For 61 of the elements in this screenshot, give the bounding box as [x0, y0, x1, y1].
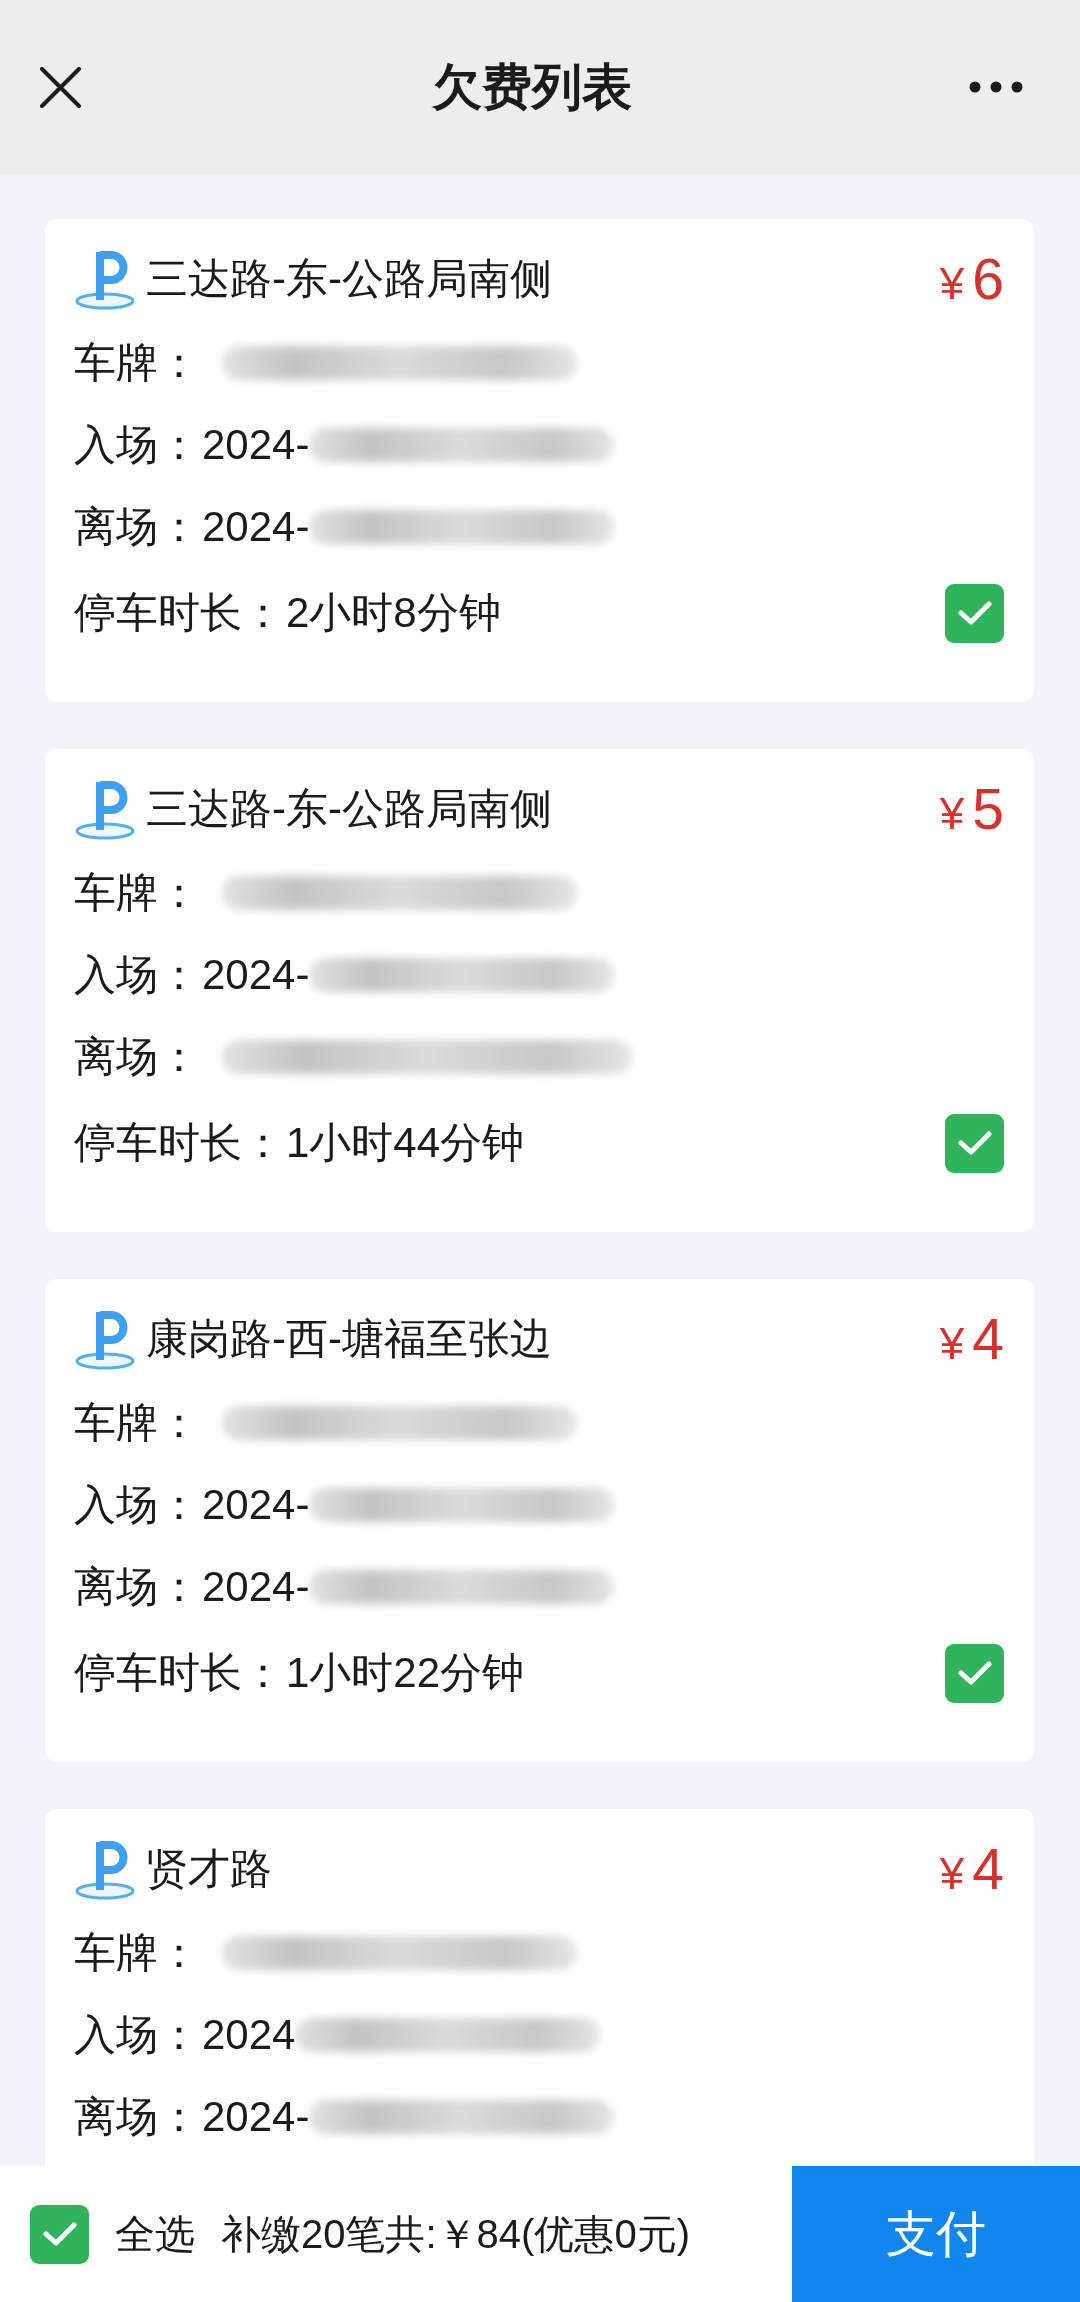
field-label: 离场：	[74, 502, 200, 552]
field-label: 车牌：	[74, 338, 200, 388]
duration-value: 2小时8分钟	[286, 588, 501, 638]
location-name: 康岗路-西-塘福至张边	[146, 1314, 553, 1364]
duration-value: 1小时22分钟	[286, 1648, 525, 1698]
parking-icon	[74, 248, 136, 310]
field-label: 离场：	[74, 1032, 200, 1082]
field-label: 离场：	[74, 1562, 200, 1612]
more-icon	[969, 81, 1023, 93]
location-name: 三达路-东-公路局南侧	[146, 254, 553, 304]
parking-icon	[74, 1838, 136, 1900]
price-amount: 4	[972, 1306, 1004, 1371]
field-label: 入场：	[74, 2010, 200, 2060]
field-label: 入场：	[74, 1480, 200, 1530]
more-button[interactable]	[969, 81, 1023, 93]
parking-record-card[interactable]: 康岗路-西-塘福至张边 ¥4 车牌： 入场：2024- 离场：2024- 停车时长：1小时22分钟	[45, 1279, 1034, 1762]
checkmark-icon	[957, 1130, 992, 1156]
duration-value: 1小时44分钟	[286, 1118, 525, 1168]
select-all-label[interactable]: 全选	[115, 2209, 195, 2259]
field-value: 2024-	[202, 2092, 310, 2142]
field-value: 2024	[202, 2010, 296, 2060]
field-value: 2024-	[202, 1480, 310, 1530]
pay-button[interactable]: 支付	[792, 2166, 1080, 2302]
field-value: 2024-	[202, 950, 310, 1000]
price-amount: 4	[972, 1836, 1004, 1901]
currency-symbol: ¥	[939, 1847, 965, 1900]
field-label: 车牌：	[74, 868, 200, 918]
checkbox[interactable]	[945, 1113, 1004, 1173]
field-label: 离场：	[74, 2092, 200, 2142]
field-label: 停车时长：	[74, 588, 284, 638]
field-label: 入场：	[74, 420, 200, 470]
close-icon	[40, 66, 81, 108]
location-name: 贤才路	[146, 1844, 273, 1894]
parking-record-card[interactable]: 三达路-东-公路局南侧 ¥5 车牌： 入场：2024- 离场： 停车时长：1小时44分钟	[45, 749, 1034, 1232]
checkbox[interactable]	[945, 1643, 1004, 1703]
currency-symbol: ¥	[939, 787, 965, 840]
field-value: 2024-	[202, 502, 310, 552]
close-button[interactable]	[40, 66, 81, 108]
price-amount: 5	[972, 776, 1004, 841]
payment-summary: 补缴20笔共:￥84(优惠0元)	[221, 2211, 691, 2258]
page-title: 欠费列表	[431, 58, 632, 117]
location-name: 三达路-东-公路局南侧	[146, 784, 553, 834]
field-value: 2024-	[202, 420, 310, 470]
checkmark-icon	[42, 2221, 77, 2247]
field-label: 车牌：	[74, 1398, 200, 1448]
parking-record-card[interactable]: 贤才路 ¥4 车牌： 入场：2024 离场：2024-	[45, 1809, 1034, 2166]
field-label: 车牌：	[74, 1928, 200, 1978]
checkbox[interactable]	[945, 583, 1004, 643]
price-amount: 6	[972, 246, 1004, 311]
checkmark-icon	[957, 600, 992, 626]
checkbox[interactable]	[30, 2204, 89, 2264]
field-label: 停车时长：	[74, 1118, 284, 1168]
field-label: 停车时长：	[74, 1648, 284, 1698]
checkmark-icon	[957, 1660, 992, 1686]
currency-symbol: ¥	[939, 1317, 965, 1370]
parking-record-card[interactable]: 三达路-东-公路局南侧 ¥6 车牌： 入场：2024- 离场：2024- 停车时长：2小时8分钟	[45, 219, 1034, 702]
parking-icon	[74, 778, 136, 840]
parking-icon	[74, 1308, 136, 1370]
currency-symbol: ¥	[939, 257, 965, 310]
field-value: 2024-	[202, 1562, 310, 1612]
field-label: 入场：	[74, 950, 200, 1000]
